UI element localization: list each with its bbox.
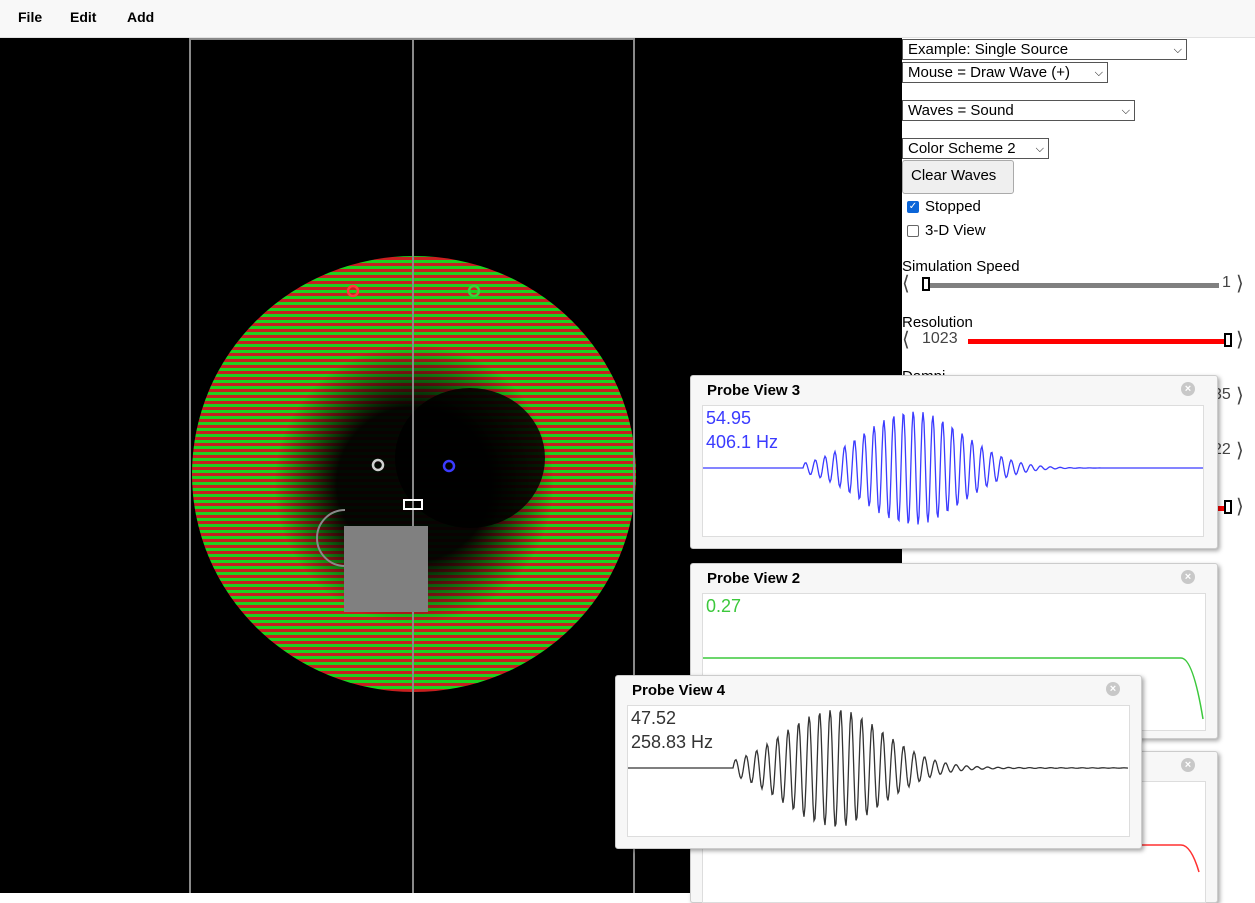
- chevron-down-icon: ⌵: [1094, 67, 1103, 79]
- slider-5-thumb[interactable]: [1224, 500, 1232, 514]
- obstacle-block[interactable]: [344, 526, 428, 612]
- speed-value: 1: [1222, 274, 1231, 291]
- probe-3-graph: 54.95 406.1 Hz: [702, 405, 1204, 537]
- color-scheme-select[interactable]: Color Scheme 2 ⌵: [902, 138, 1049, 159]
- speed-slider[interactable]: ⟨ 1 ⟩: [902, 274, 1255, 296]
- color-scheme-value: Color Scheme 2: [908, 140, 1016, 157]
- probe-4-title: Probe View 4: [632, 682, 726, 699]
- example-select-value: Example: Single Source: [908, 41, 1069, 58]
- chevron-down-icon: ⌵: [1173, 44, 1182, 56]
- stopped-label: Stopped: [925, 198, 981, 215]
- increase-arrow-icon[interactable]: ⟩: [1236, 386, 1244, 406]
- probe-3-title: Probe View 3: [707, 382, 801, 399]
- waves-select-value: Waves = Sound: [908, 102, 1014, 119]
- probe-2-value: 0.27: [706, 596, 742, 616]
- probe-3-frequency: 406.1 Hz: [706, 432, 779, 452]
- close-icon[interactable]: ×: [1181, 382, 1195, 396]
- waves-select[interactable]: Waves = Sound ⌵: [902, 100, 1135, 121]
- view-3d-label: 3-D View: [925, 222, 986, 239]
- probe-4-value: 47.52: [631, 708, 677, 728]
- speed-label: Simulation Speed: [902, 258, 1020, 275]
- resolution-slider[interactable]: ⟨ 1023 ⟩: [902, 330, 1255, 352]
- resolution-value: 1023: [922, 330, 958, 347]
- mouse-mode-value: Mouse = Draw Wave (+): [908, 64, 1070, 81]
- increase-arrow-icon[interactable]: ⟩: [1236, 497, 1244, 517]
- resolution-track[interactable]: [968, 339, 1230, 344]
- resolution-label: Resolution: [902, 314, 973, 331]
- checkbox-icon: [907, 224, 919, 237]
- menu-bar: File Edit Add: [0, 0, 1255, 38]
- speed-track[interactable]: [924, 283, 1219, 288]
- view-3d-checkbox[interactable]: 3-D View: [907, 222, 986, 239]
- menu-add[interactable]: Add: [127, 9, 154, 25]
- example-select[interactable]: Example: Single Source ⌵: [902, 39, 1187, 60]
- close-icon[interactable]: ×: [1181, 758, 1195, 772]
- increase-arrow-icon[interactable]: ⟩: [1236, 441, 1244, 461]
- probe-4-frequency: 258.83 Hz: [631, 732, 714, 752]
- close-icon[interactable]: ×: [1181, 570, 1195, 584]
- probe-view-4[interactable]: Probe View 4 × 47.52 258.83 Hz: [615, 675, 1142, 849]
- probe-4-trace: [628, 710, 1129, 827]
- probe-3-value: 54.95: [706, 408, 752, 428]
- resolution-thumb[interactable]: [1224, 333, 1232, 347]
- probe-2-title: Probe View 2: [707, 570, 801, 587]
- decrease-arrow-icon[interactable]: ⟨: [902, 330, 910, 350]
- probe-3-trace: [703, 411, 1203, 525]
- clear-waves-button[interactable]: Clear Waves: [902, 160, 1014, 194]
- stopped-checkbox[interactable]: ✓ Stopped: [907, 198, 981, 215]
- increase-arrow-icon[interactable]: ⟩: [1236, 330, 1244, 350]
- menu-file[interactable]: File: [18, 9, 42, 25]
- chevron-down-icon: ⌵: [1121, 105, 1130, 117]
- mouse-mode-select[interactable]: Mouse = Draw Wave (+) ⌵: [902, 62, 1108, 83]
- chevron-down-icon: ⌵: [1035, 143, 1044, 155]
- checkbox-checked-icon: ✓: [907, 200, 919, 213]
- probe-view-3[interactable]: Probe View 3 × 54.95 406.1 Hz: [690, 375, 1218, 549]
- decrease-arrow-icon[interactable]: ⟨: [902, 274, 910, 294]
- speed-thumb[interactable]: [922, 277, 930, 291]
- increase-arrow-icon[interactable]: ⟩: [1236, 274, 1244, 294]
- probe-4-graph: 47.52 258.83 Hz: [627, 705, 1130, 837]
- close-icon[interactable]: ×: [1106, 682, 1120, 696]
- menu-edit[interactable]: Edit: [70, 9, 96, 25]
